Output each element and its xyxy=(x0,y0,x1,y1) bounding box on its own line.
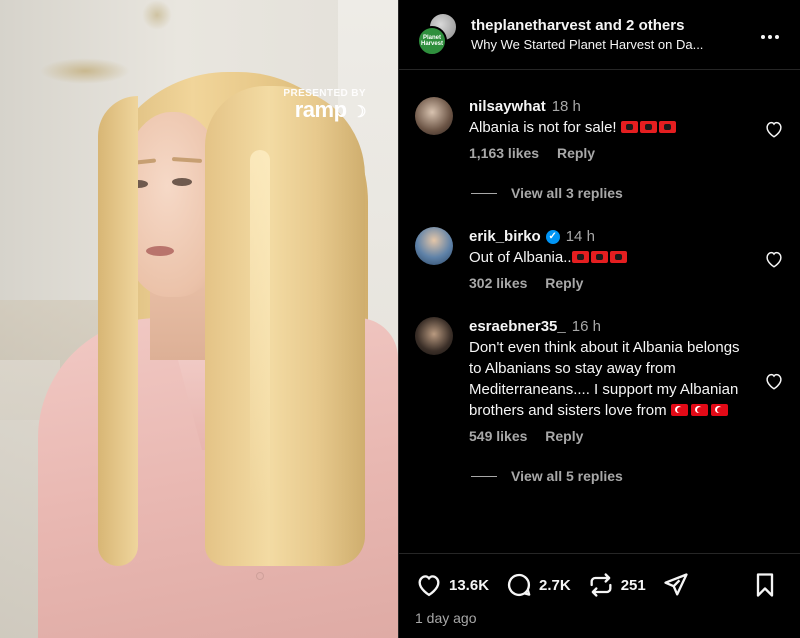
post-viewer: PRESENTED BY ramp ☽ Planet Harvest thepl… xyxy=(0,0,800,638)
comment-header: nilsaywhat 18 h xyxy=(469,97,751,117)
comment-likes[interactable]: 549 likes xyxy=(469,428,527,444)
sponsor-caption: PRESENTED BY xyxy=(283,88,366,99)
comment-meta: 549 likes Reply xyxy=(469,428,751,444)
avatar[interactable] xyxy=(415,227,453,265)
header-text: theplanetharvest and 2 others Why We Sta… xyxy=(471,17,756,52)
replies-divider xyxy=(471,192,497,194)
header-others[interactable]: and 2 others xyxy=(595,17,684,34)
video-player[interactable]: PRESENTED BY ramp ☽ xyxy=(0,0,398,638)
like-button[interactable]: 13.6K xyxy=(415,571,489,599)
comment-likes[interactable]: 302 likes xyxy=(469,275,527,291)
comment-header: esraebner35_ 16 h xyxy=(469,317,751,337)
more-horizontal-icon xyxy=(761,35,779,39)
comment-count: 2.7K xyxy=(539,576,571,594)
reply-button[interactable]: Reply xyxy=(545,428,583,444)
turkey-flag-icon xyxy=(710,404,728,416)
like-count: 13.6K xyxy=(449,576,490,594)
albania-flags xyxy=(571,249,629,266)
albania-flag-icon xyxy=(658,121,676,133)
background-lamp xyxy=(40,58,130,84)
albania-flag-icon xyxy=(571,251,589,263)
replies-divider xyxy=(471,475,497,477)
comment-body: nilsaywhat 18 h Albania is not for sale!… xyxy=(469,97,751,161)
save-button[interactable] xyxy=(751,571,785,599)
repost-icon xyxy=(590,573,612,597)
albania-flag-icon xyxy=(609,251,627,263)
more-options-button[interactable] xyxy=(756,23,784,46)
sponsor-name: ramp xyxy=(294,97,347,122)
bookmark-icon xyxy=(756,573,774,597)
header-subtitle[interactable]: Why We Started Planet Harvest on Da... xyxy=(471,37,756,52)
post-header: Planet Harvest theplanetharvest and 2 ot… xyxy=(399,0,800,70)
albania-flag-icon xyxy=(639,121,657,133)
comment-text: Albania is not for sale! xyxy=(469,117,751,138)
comment-body: erik_birko ✓ 14 h Out of Albania.. 302 l… xyxy=(469,227,751,291)
repost-count: 251 xyxy=(620,576,646,594)
comment-time: 14 h xyxy=(565,228,595,245)
like-heart-icon[interactable] xyxy=(763,118,785,140)
reply-button[interactable]: Reply xyxy=(545,275,583,291)
like-heart-icon[interactable] xyxy=(763,248,785,270)
sponsor-logo: ramp ☽ xyxy=(283,97,367,124)
avatar[interactable] xyxy=(415,97,453,135)
turkey-flag-icon xyxy=(670,404,688,416)
comment-meta: 302 likes Reply xyxy=(469,275,751,291)
comment-text-content: Albania is not for sale! xyxy=(469,119,617,136)
share-button[interactable] xyxy=(662,571,696,599)
comment: erik_birko ✓ 14 h Out of Albania.. 302 l… xyxy=(415,227,785,291)
view-replies-button[interactable]: View all 3 replies xyxy=(471,185,785,201)
comment-time: 18 h xyxy=(551,98,581,115)
comment-icon xyxy=(507,573,531,597)
albania-flag-icon xyxy=(590,251,608,263)
comment-text: Out of Albania.. xyxy=(469,247,751,268)
comment-username[interactable]: esraebner35_ xyxy=(469,317,566,337)
comment-header: erik_birko ✓ 14 h xyxy=(469,227,751,247)
comment-username[interactable]: nilsaywhat xyxy=(469,97,546,117)
comment: esraebner35_ 16 h Don't even think about… xyxy=(415,317,785,444)
hair-highlight xyxy=(250,150,270,510)
action-bar: 13.6K 2.7K 251 xyxy=(415,554,785,616)
comment-username[interactable]: erik_birko xyxy=(469,227,541,247)
hair-strand-right xyxy=(205,86,365,566)
view-replies-label: View all 5 replies xyxy=(511,468,623,484)
view-replies-label: View all 3 replies xyxy=(511,185,623,201)
header-username[interactable]: theplanetharvest xyxy=(471,17,591,34)
send-icon xyxy=(664,573,688,596)
comment-button[interactable]: 2.7K xyxy=(505,571,571,599)
verified-badge-icon: ✓ xyxy=(545,230,560,244)
comment-list[interactable]: nilsaywhat 18 h Albania is not for sale!… xyxy=(399,71,800,553)
avatar[interactable]: Planet Harvest xyxy=(417,25,447,56)
post-footer: 13.6K 2.7K 251 1 day ago xyxy=(399,553,800,638)
albania-flag-icon xyxy=(620,121,638,133)
blouse-button xyxy=(256,572,264,580)
comment-text-content: Out of Albania.. xyxy=(469,249,572,266)
avatar[interactable] xyxy=(415,317,453,355)
albania-flags xyxy=(620,119,678,136)
turkey-flag-icon xyxy=(690,404,708,416)
sponsor-watermark: PRESENTED BY ramp ☽ xyxy=(283,88,366,124)
view-replies-button[interactable]: View all 5 replies xyxy=(471,468,785,484)
mouth xyxy=(146,246,174,256)
comment-time: 16 h xyxy=(571,318,601,335)
comment-likes[interactable]: 1,163 likes xyxy=(469,145,539,161)
comment-body: esraebner35_ 16 h Don't even think about… xyxy=(469,317,751,444)
turkey-flags xyxy=(670,402,731,419)
reply-button[interactable]: Reply xyxy=(557,145,595,161)
post-date: 1 day ago xyxy=(415,610,477,626)
comment: nilsaywhat 18 h Albania is not for sale!… xyxy=(415,97,785,161)
header-title: theplanetharvest and 2 others xyxy=(471,17,756,34)
avatar-text: Planet Harvest xyxy=(420,34,443,47)
repost-button[interactable]: 251 xyxy=(587,571,646,599)
like-heart-icon[interactable] xyxy=(763,370,785,392)
hair-strand-left xyxy=(98,96,138,566)
collab-avatars[interactable]: Planet Harvest xyxy=(415,11,461,58)
heart-icon xyxy=(418,575,440,597)
eye xyxy=(172,178,192,186)
moon-icon: ☽ xyxy=(352,104,366,121)
comment-meta: 1,163 likes Reply xyxy=(469,145,751,161)
comment-text: Don't even think about it Albania belong… xyxy=(469,337,751,421)
background-light xyxy=(142,0,172,30)
comments-panel: Planet Harvest theplanetharvest and 2 ot… xyxy=(398,0,800,638)
